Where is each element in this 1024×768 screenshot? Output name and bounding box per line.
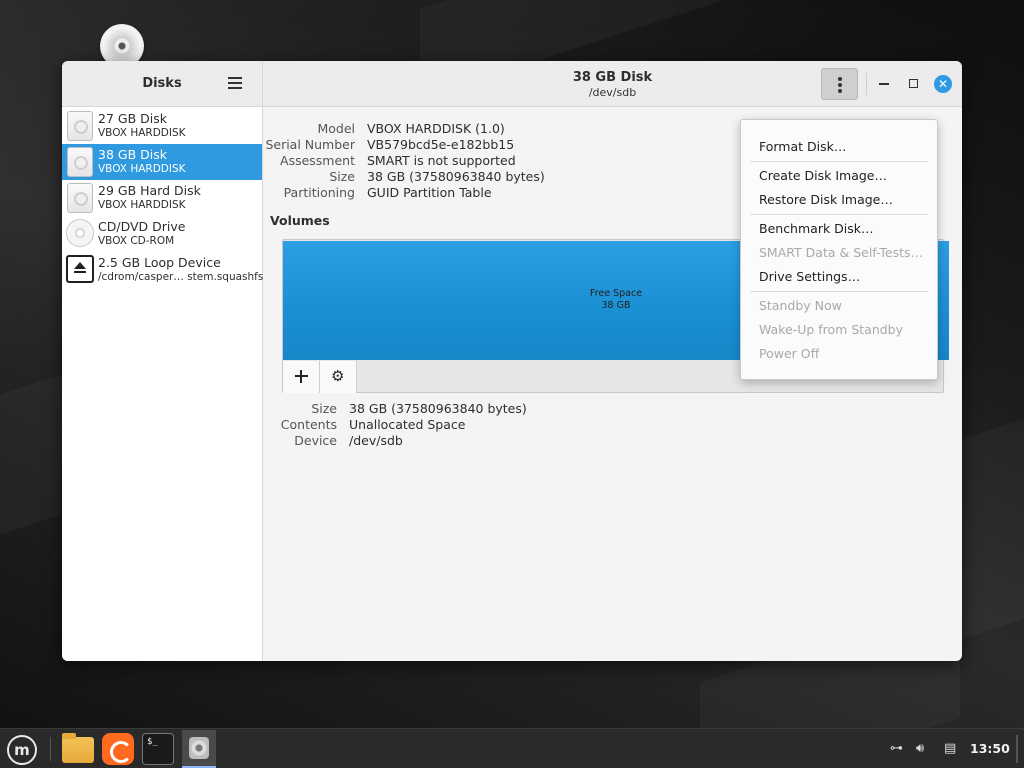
volume-icon[interactable]: 🔊︎ — [916, 741, 924, 756]
menu-smart-data: SMART Data & Self-Tests… — [759, 245, 924, 260]
volume-contents-value: Unallocated Space — [349, 417, 466, 432]
clipboard-icon[interactable]: ▤ — [944, 741, 956, 756]
drive-options-button[interactable] — [821, 68, 858, 100]
disk-item-name: 27 GB Disk — [98, 111, 167, 126]
disk-item-name: 2.5 GB Loop Device — [98, 255, 221, 270]
menu-standby-now: Standby Now — [759, 298, 842, 313]
show-desktop-button[interactable] — [1016, 735, 1018, 763]
maximize-icon[interactable] — [909, 79, 918, 88]
disk-item-model: VBOX CD-ROM — [98, 235, 175, 247]
hard-disk-icon — [67, 147, 93, 177]
menu-create-disk-image[interactable]: Create Disk Image… — [759, 168, 887, 183]
disk-item-29gb[interactable]: 29 GB Hard Disk VBOX HARDDISK — [62, 180, 262, 216]
menu-restore-disk-image[interactable]: Restore Disk Image… — [759, 192, 893, 207]
menu-separator — [750, 161, 928, 162]
terminal-icon[interactable]: $_ — [142, 733, 174, 765]
serial-label: Serial Number — [265, 137, 355, 152]
header-separator — [866, 73, 867, 95]
wallpaper-tile — [960, 401, 1024, 640]
create-partition-button[interactable] — [283, 361, 320, 393]
disks-app-icon[interactable] — [182, 730, 216, 768]
taskbar-separator — [50, 737, 51, 761]
size-label: Size — [329, 169, 355, 184]
menu-separator — [750, 214, 928, 215]
assessment-label: Assessment — [280, 153, 355, 168]
plus-icon — [295, 375, 308, 377]
mint-menu-icon[interactable]: m — [7, 735, 37, 765]
partitioning-value: GUID Partition Table — [367, 185, 492, 200]
clock[interactable]: 13:50 — [970, 741, 1010, 756]
disk-item-name: 38 GB Disk — [98, 147, 167, 162]
header-bar: 38 GB Disk /dev/sdb ✕ — [263, 61, 962, 107]
volume-device-value: /dev/sdb — [349, 433, 403, 448]
model-value: VBOX HARDDISK (1.0) — [367, 121, 505, 136]
hard-disk-icon — [67, 183, 93, 213]
disk-item-name: CD/DVD Drive — [98, 219, 186, 234]
disk-item-model: VBOX HARDDISK — [98, 199, 186, 211]
volume-device-label: Device — [294, 433, 337, 448]
volumes-heading: Volumes — [270, 213, 330, 228]
disk-item-38gb[interactable]: 38 GB Disk VBOX HARDDISK — [62, 144, 262, 180]
menu-separator — [750, 291, 928, 292]
disk-item-model: VBOX HARDDISK — [98, 127, 186, 139]
eject-icon — [66, 255, 94, 283]
menu-drive-settings[interactable]: Drive Settings… — [759, 269, 860, 284]
file-manager-icon[interactable] — [62, 733, 94, 763]
disk-item-cd-dvd[interactable]: CD/DVD Drive VBOX CD-ROM — [62, 216, 262, 252]
vertical-dots-icon — [838, 89, 842, 93]
menu-format-disk[interactable]: Format Disk… — [759, 139, 846, 154]
hamburger-menu-icon[interactable] — [228, 77, 242, 89]
vertical-dots-icon — [838, 83, 842, 87]
disk-item-27gb[interactable]: 27 GB Disk VBOX HARDDISK — [62, 108, 262, 144]
menu-power-off: Power Off — [759, 346, 820, 361]
network-icon[interactable]: ⊶ — [890, 741, 903, 756]
minimize-icon[interactable] — [879, 83, 889, 85]
firefox-icon[interactable] — [102, 733, 134, 765]
menu-wake-up: Wake-Up from Standby — [759, 322, 904, 337]
disk-item-model: /cdrom/casper… stem.squashfs — [98, 271, 264, 283]
disk-list: 27 GB Disk VBOX HARDDISK 38 GB Disk VBOX… — [62, 107, 263, 661]
disk-item-model: VBOX HARDDISK — [98, 163, 186, 175]
taskbar: m $_ ⊶ 🔊︎ ▤ 13:50 — [0, 728, 1024, 768]
cd-drive-icon — [66, 219, 94, 247]
volume-contents-label: Contents — [280, 417, 337, 432]
volume-size-label: Size — [311, 401, 337, 416]
gears-icon: ⚙ — [331, 367, 345, 385]
disk-item-name: 29 GB Hard Disk — [98, 183, 201, 198]
menu-benchmark-disk[interactable]: Benchmark Disk… — [759, 221, 874, 236]
hard-disk-icon — [67, 111, 93, 141]
close-icon[interactable]: ✕ — [934, 75, 952, 93]
serial-value: VB579bcd5e-e182bb15 — [367, 137, 515, 152]
disk-item-loop-device[interactable]: 2.5 GB Loop Device /cdrom/casper… stem.s… — [62, 252, 264, 288]
volume-size-value: 38 GB (37580963840 bytes) — [349, 401, 527, 416]
assessment-value: SMART is not supported — [367, 153, 516, 168]
vertical-dots-icon — [838, 77, 842, 81]
size-value: 38 GB (37580963840 bytes) — [367, 169, 545, 184]
drive-options-menu: Format Disk… Create Disk Image… Restore … — [740, 119, 938, 380]
partitioning-label: Partitioning — [283, 185, 355, 200]
partition-options-button[interactable]: ⚙ — [320, 361, 357, 393]
sidebar-header: Disks — [62, 61, 263, 107]
model-label: Model — [317, 121, 355, 136]
